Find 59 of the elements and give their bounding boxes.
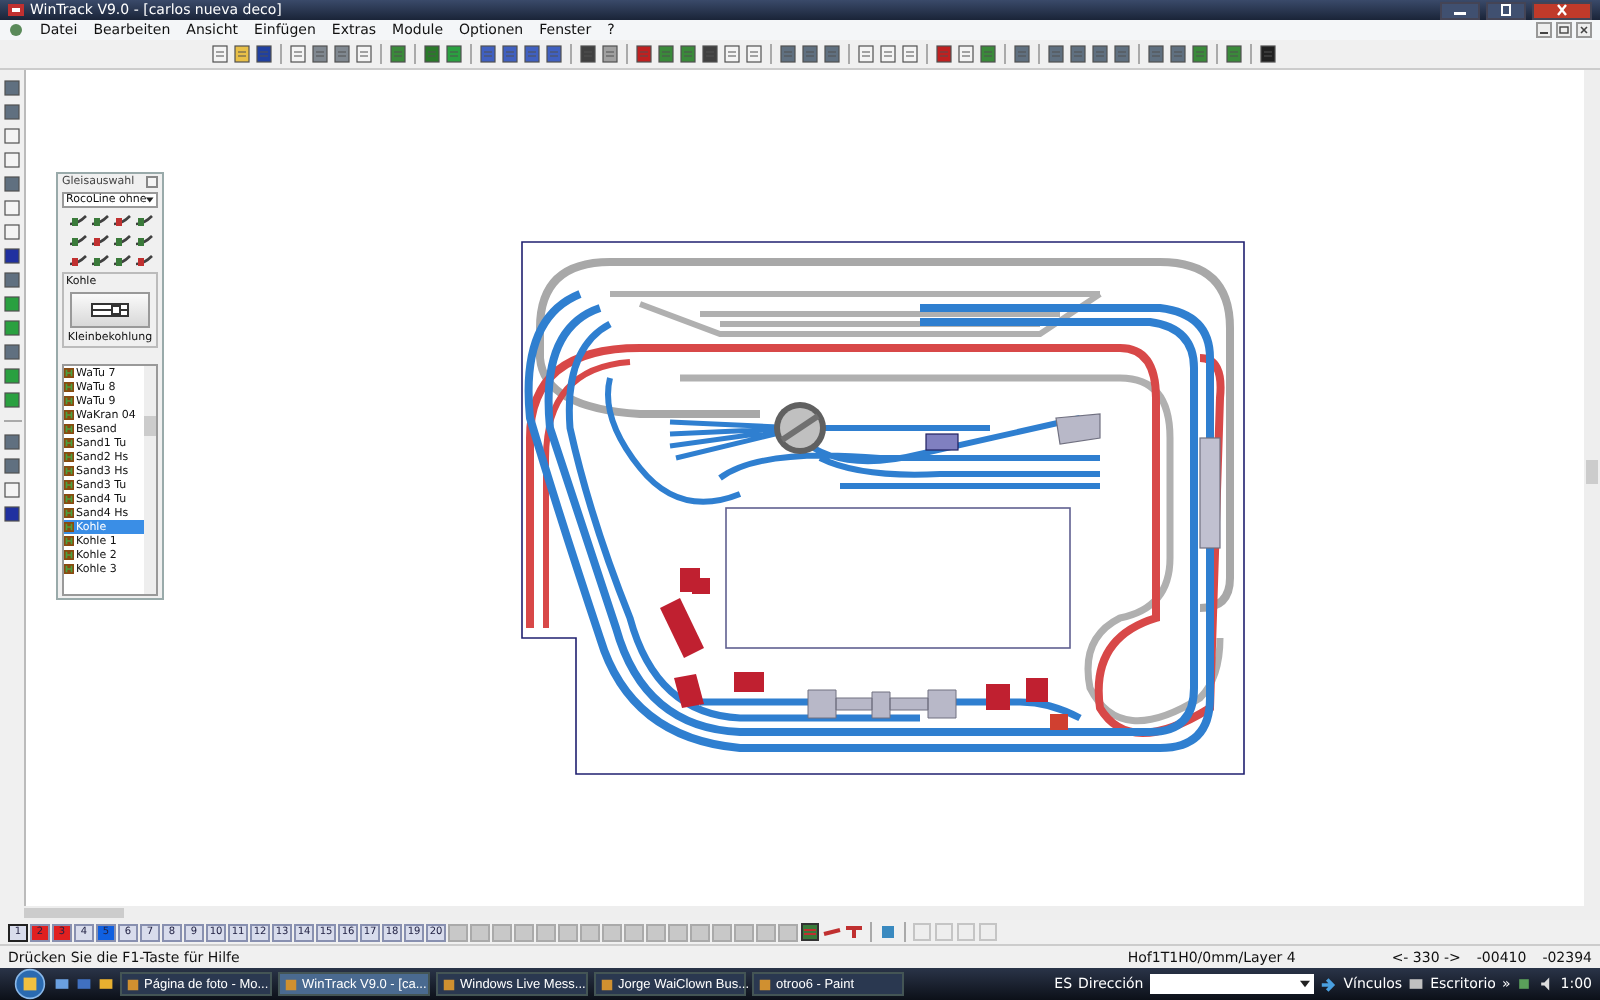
caret-icon xyxy=(146,196,154,204)
caret-icon xyxy=(1299,980,1310,988)
track-type-icon[interactable] xyxy=(67,212,87,228)
track-type-icon[interactable] xyxy=(89,232,109,248)
piece-icon xyxy=(64,564,74,574)
piece-icon xyxy=(64,494,74,504)
close-icon xyxy=(1552,4,1572,16)
go-arrow-icon[interactable] xyxy=(1319,975,1338,993)
minimize-button[interactable] xyxy=(1440,1,1480,19)
piece-icon xyxy=(64,452,74,462)
track-type-icon[interactable] xyxy=(111,252,131,268)
track-icon[interactable] xyxy=(844,922,864,942)
address-field[interactable] xyxy=(1149,974,1314,994)
page-icon[interactable] xyxy=(900,44,920,64)
document-icon xyxy=(8,22,24,38)
piece-icon xyxy=(64,382,74,392)
maximize-button[interactable] xyxy=(1486,1,1526,19)
restore-icon[interactable] xyxy=(1556,22,1572,38)
track-type-icon[interactable] xyxy=(133,252,153,268)
piece-icon xyxy=(64,508,74,518)
close-button[interactable] xyxy=(1532,1,1592,19)
track-piece-icon xyxy=(90,302,130,318)
piece-icon xyxy=(64,396,74,406)
page-icon[interactable] xyxy=(856,44,876,64)
scrollbar[interactable] xyxy=(144,366,156,594)
piece-icon xyxy=(64,536,74,546)
piece-icon xyxy=(64,522,74,532)
app-icon xyxy=(8,2,24,18)
maximize-icon xyxy=(1496,4,1516,16)
track-type-icon[interactable] xyxy=(67,232,87,248)
track-type-icon[interactable] xyxy=(111,232,131,248)
page-icon[interactable] xyxy=(210,44,230,64)
piece-icon xyxy=(64,424,74,434)
piece-icon xyxy=(64,410,74,420)
program-icon xyxy=(758,977,772,991)
speaker-icon[interactable] xyxy=(1538,976,1555,992)
close-icon[interactable] xyxy=(1576,22,1592,38)
program-icon xyxy=(600,977,614,991)
track-type-icon[interactable] xyxy=(89,252,109,268)
page-icon[interactable] xyxy=(354,44,374,64)
track-type-icon[interactable] xyxy=(111,212,131,228)
page-icon[interactable] xyxy=(744,44,764,64)
start-button[interactable] xyxy=(12,968,48,1000)
track-piece-button[interactable] xyxy=(70,292,150,328)
piece-icon xyxy=(64,438,74,448)
track-type-icon[interactable] xyxy=(133,212,153,228)
program-icon xyxy=(442,977,456,991)
piece-icon xyxy=(64,466,74,476)
program-icon xyxy=(126,977,140,991)
track-type-icon[interactable] xyxy=(133,232,153,248)
minimize-icon[interactable] xyxy=(1536,22,1552,38)
program-icon xyxy=(284,977,298,991)
track-type-icon[interactable] xyxy=(89,212,109,228)
piece-icon xyxy=(64,480,74,490)
page-icon[interactable] xyxy=(878,44,898,64)
piece-icon xyxy=(64,368,74,378)
page-icon[interactable] xyxy=(288,44,308,64)
piece-icon xyxy=(64,550,74,560)
track-type-icon[interactable] xyxy=(67,252,87,268)
